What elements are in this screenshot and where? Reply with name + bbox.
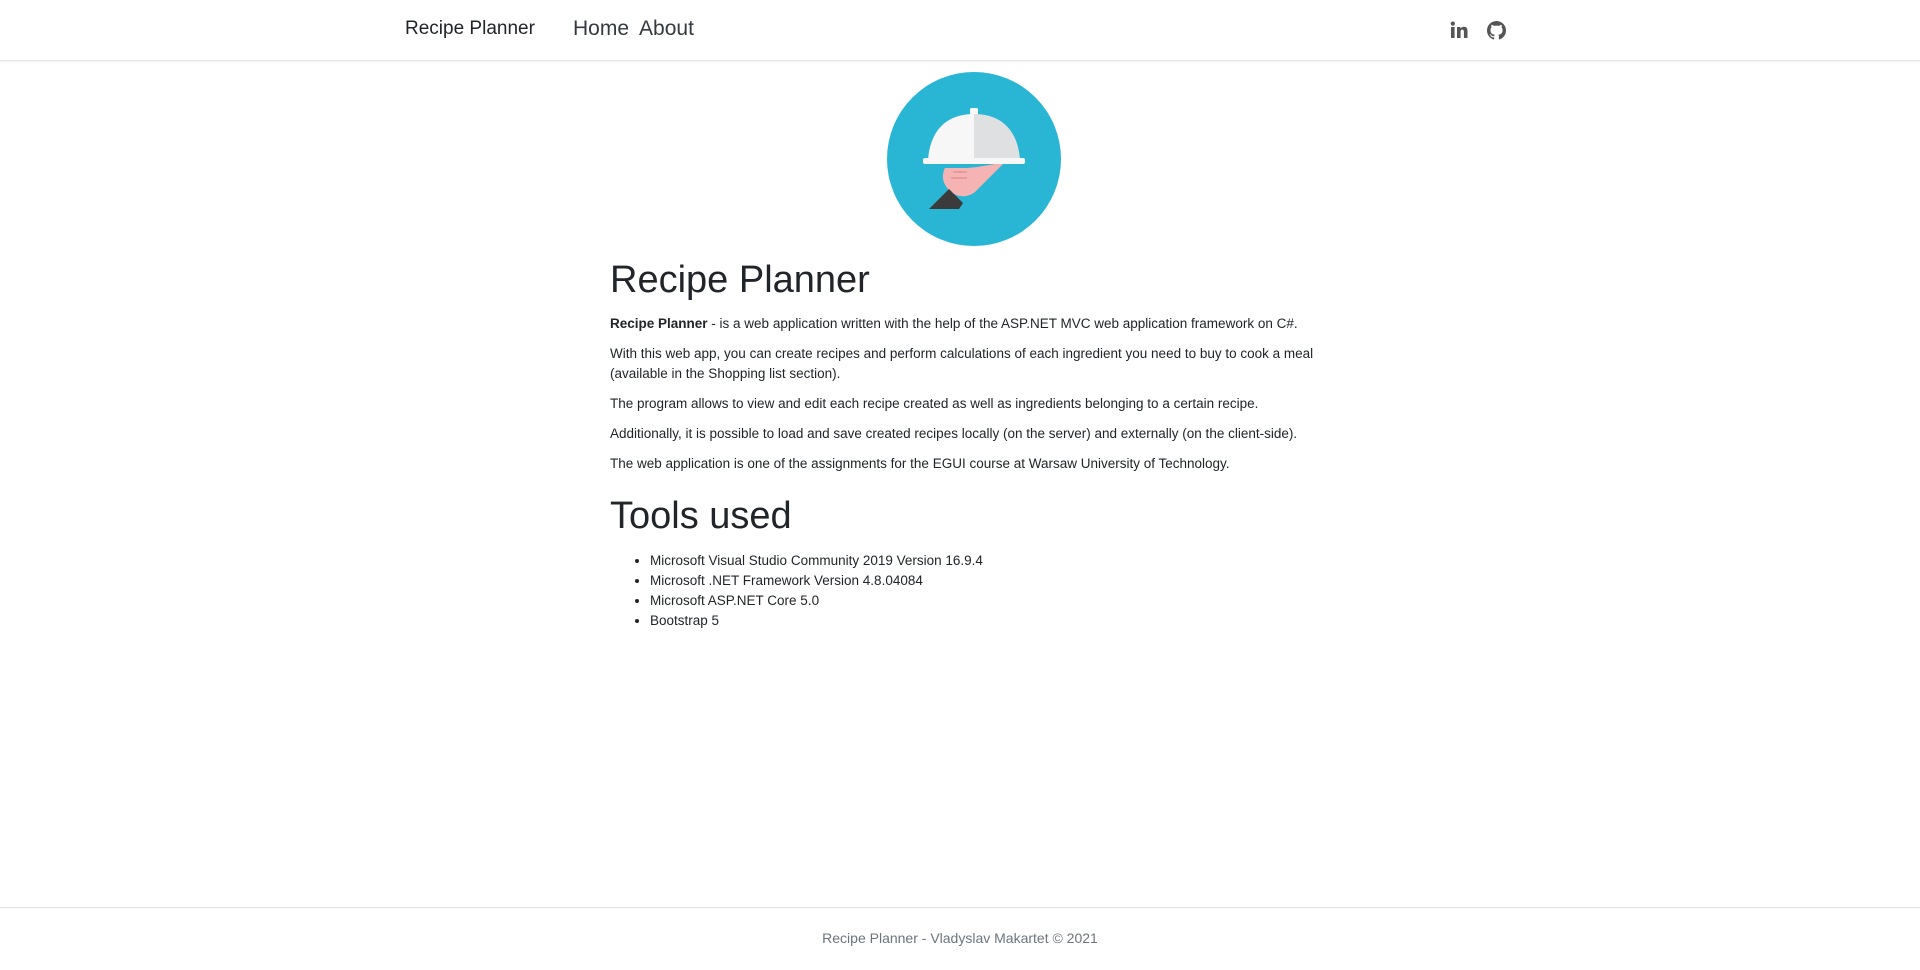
list-item: Microsoft ASP.NET Core 5.0 [650,591,1350,611]
nav-about-link[interactable]: About [639,17,694,41]
intro-paragraph: Recipe Planner - is a web application wr… [610,314,1350,334]
list-item: Microsoft Visual Studio Community 2019 V… [650,551,1350,571]
github-icon[interactable] [1485,19,1507,41]
top-navbar: Recipe Planner Home About [0,0,1920,61]
tools-list: Microsoft Visual Studio Community 2019 V… [610,551,1350,631]
cloche-serving-hand-icon [887,72,1061,246]
app-logo [887,72,1061,246]
tools-heading: Tools used [610,494,792,537]
page-title: Recipe Planner [610,259,870,301]
brand-link[interactable]: Recipe Planner [405,18,535,40]
page-footer: Recipe Planner - Vladyslav Makartet © 20… [0,907,1920,970]
description-paragraph: With this web app, you can create recipe… [610,345,1314,381]
footer-copyright: Recipe Planner - Vladyslav Makartet © 20… [822,930,1098,946]
description-paragraph: The web application is one of the assign… [610,455,1230,471]
intro-text: - is a web application written with the … [707,315,1298,331]
nav-links: Home About [573,17,694,41]
main-content: Recipe Planner Recipe Planner - is a web… [610,258,1350,631]
nav-home-link[interactable]: Home [573,17,629,41]
list-item: Microsoft .NET Framework Version 4.8.040… [650,571,1350,591]
list-item: Bootstrap 5 [650,611,1350,631]
description-paragraph: Additionally, it is possible to load and… [610,425,1298,441]
linkedin-icon[interactable] [1448,19,1470,41]
intro-bold: Recipe Planner [610,315,708,331]
description-paragraph: The program allows to view and edit each… [610,395,1259,411]
